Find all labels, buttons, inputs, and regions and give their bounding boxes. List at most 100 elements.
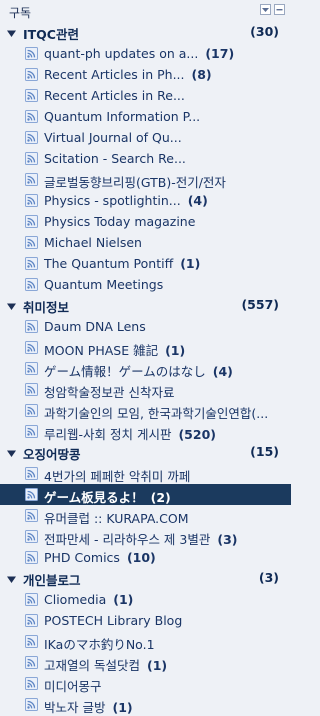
folder-unread-count: (15) bbox=[250, 444, 279, 459]
feed-item[interactable]: Physics Today magazine bbox=[0, 211, 291, 232]
feed-item[interactable]: Michael Nielsen bbox=[0, 232, 291, 253]
feed-unread-count: (2) bbox=[150, 490, 171, 505]
panel-title: 구독 bbox=[9, 6, 32, 20]
rss-feed-icon bbox=[25, 194, 38, 207]
feed-item[interactable]: 루리웹-사회 정치 게시판 (520) bbox=[0, 421, 291, 442]
folder-unread-count: (30) bbox=[250, 24, 279, 39]
folder-unread-count: (557) bbox=[241, 297, 279, 312]
feed-item[interactable]: Quantum Meetings bbox=[0, 274, 291, 295]
feed-item[interactable]: 박노자 글방 (1) bbox=[0, 694, 291, 715]
feed-item[interactable]: Virtual Journal of Qu... bbox=[0, 127, 291, 148]
feed-item[interactable]: ゲーム板見るよ！ (2) bbox=[0, 484, 291, 505]
rss-feed-icon bbox=[25, 530, 38, 543]
minus-icon[interactable] bbox=[274, 4, 285, 15]
rss-feed-icon bbox=[25, 110, 38, 123]
feed-title: 글로벌동향브리핑(GTB)-전기/전자 bbox=[44, 175, 226, 190]
feed-title: 루리웹-사회 정치 게시판 bbox=[44, 427, 172, 442]
feed-title: PHD Comics bbox=[44, 550, 120, 565]
folder-row[interactable]: ITQC관련 (30) bbox=[0, 22, 291, 43]
folder-row[interactable]: 취미정보 (557) bbox=[0, 295, 291, 316]
feed-unread-count: (1) bbox=[146, 658, 168, 673]
expand-triangle-icon[interactable] bbox=[7, 572, 16, 583]
feed-item[interactable]: PHD Comics (10) bbox=[0, 547, 291, 568]
feed-item[interactable]: Scitation - Search Re... bbox=[0, 148, 291, 169]
feed-item[interactable]: 4번가의 페페한 악취미 까페 bbox=[0, 463, 291, 484]
feed-item[interactable]: Daum DNA Lens bbox=[0, 316, 291, 337]
expand-triangle-icon[interactable] bbox=[7, 446, 16, 457]
feed-title: Physics - spotlightin... bbox=[44, 193, 181, 208]
rss-feed-icon bbox=[25, 404, 38, 417]
feed-title: Cliomedia bbox=[44, 592, 107, 607]
feed-title: quant-ph updates on a... bbox=[44, 46, 199, 61]
feed-title: ゲーム情報！ゲームのはなし bbox=[44, 364, 206, 379]
rss-feed-icon bbox=[25, 677, 38, 690]
expand-triangle-icon[interactable] bbox=[7, 26, 16, 37]
feed-unread-count: (4) bbox=[187, 193, 208, 208]
folder-row[interactable]: 오징어땅콩 (15) bbox=[0, 442, 291, 463]
feed-item[interactable]: Physics - spotlightin... (4) bbox=[0, 190, 291, 211]
feed-title: 전파만세 - 리라하우스 제 3별관 bbox=[44, 532, 211, 547]
feed-title: MOON PHASE 雑記 bbox=[44, 343, 159, 358]
rss-feed-icon bbox=[25, 656, 38, 669]
folder-row[interactable]: 개인블로그 (3) bbox=[0, 568, 291, 589]
feed-unread-count: (8) bbox=[191, 67, 212, 82]
feed-title: Quantum Meetings bbox=[44, 277, 164, 292]
feed-item[interactable]: 청암학술정보관 신착자료 bbox=[0, 379, 291, 400]
rss-feed-icon bbox=[25, 383, 38, 396]
feed-title: ゲーム板見るよ！ bbox=[44, 490, 144, 505]
rss-feed-icon bbox=[25, 341, 38, 354]
rss-feed-icon bbox=[25, 635, 38, 648]
feed-item[interactable]: MOON PHASE 雑記 (1) bbox=[0, 337, 291, 358]
feed-item[interactable]: Recent Articles in Re... bbox=[0, 85, 291, 106]
feed-item[interactable]: 과학기술인의 모임, 한국과학기술인연합(... bbox=[0, 400, 291, 421]
feed-unread-count: (1) bbox=[165, 343, 186, 358]
feed-item[interactable]: The Quantum Pontiff (1) bbox=[0, 253, 291, 274]
feed-title: 박노자 글방 bbox=[44, 700, 106, 715]
feed-title: Recent Articles in Ph... bbox=[44, 67, 185, 82]
feed-item[interactable]: POSTECH Library Blog bbox=[0, 610, 291, 631]
rss-feed-icon bbox=[25, 509, 38, 522]
rss-feed-icon bbox=[25, 257, 38, 270]
folder-name: 오징어땅콩 bbox=[23, 447, 81, 462]
rss-feed-icon bbox=[25, 488, 38, 501]
feed-title: 고재열의 독설닷컴 bbox=[44, 658, 140, 673]
folder-name: ITQC관련 bbox=[23, 27, 79, 42]
feed-item[interactable]: Quantum Information P... bbox=[0, 106, 291, 127]
folder-unread-count: (3) bbox=[258, 570, 279, 585]
expand-triangle-icon[interactable] bbox=[7, 299, 16, 310]
feed-title: Virtual Journal of Qu... bbox=[44, 130, 182, 145]
feed-item[interactable]: 유머클럽 :: KURAPA.COM bbox=[0, 505, 291, 526]
feed-item[interactable]: 글로벌동향브리핑(GTB)-전기/전자 bbox=[0, 169, 291, 190]
rss-feed-icon bbox=[25, 47, 38, 60]
feed-item[interactable]: quant-ph updates on a... (17) bbox=[0, 43, 291, 64]
feed-item[interactable]: Recent Articles in Ph... (8) bbox=[0, 64, 291, 85]
rss-feed-icon bbox=[25, 131, 38, 144]
feed-item[interactable]: IKaのマホ釣りNo.1 bbox=[0, 631, 291, 652]
rss-feed-icon bbox=[25, 698, 38, 711]
feed-title: Scitation - Search Re... bbox=[44, 151, 186, 166]
feed-title: Physics Today magazine bbox=[44, 214, 196, 229]
feed-title: POSTECH Library Blog bbox=[44, 613, 183, 628]
feed-title: IKaのマホ釣りNo.1 bbox=[44, 637, 155, 652]
rss-feed-icon bbox=[25, 173, 38, 186]
feed-title: 청암학술정보관 신착자료 bbox=[44, 385, 175, 400]
rss-feed-icon bbox=[25, 215, 38, 228]
feed-unread-count: (520) bbox=[178, 427, 216, 442]
feed-item[interactable]: 고재열의 독설닷컴 (1) bbox=[0, 652, 291, 673]
feed-item[interactable]: 미디어몽구 bbox=[0, 673, 291, 694]
feed-title: Recent Articles in Re... bbox=[44, 88, 185, 103]
rss-feed-icon bbox=[25, 236, 38, 249]
rss-feed-icon bbox=[25, 68, 38, 81]
feed-title: 유머클럽 :: KURAPA.COM bbox=[44, 511, 189, 526]
feed-title: Michael Nielsen bbox=[44, 235, 142, 250]
feed-item[interactable]: Cliomedia (1) bbox=[0, 589, 291, 610]
rss-feed-icon bbox=[25, 278, 38, 291]
feed-title: The Quantum Pontiff bbox=[44, 256, 174, 271]
collapse-icon[interactable] bbox=[260, 4, 271, 15]
feed-item[interactable]: ゲーム情報！ゲームのはなし (4) bbox=[0, 358, 291, 379]
rss-feed-icon bbox=[25, 362, 38, 375]
feed-item[interactable]: 전파만세 - 리라하우스 제 3별관 (3) bbox=[0, 526, 291, 547]
feed-title: Quantum Information P... bbox=[44, 109, 201, 124]
rss-feed-icon bbox=[25, 152, 38, 165]
feed-title: 미디어몽구 bbox=[44, 679, 102, 694]
